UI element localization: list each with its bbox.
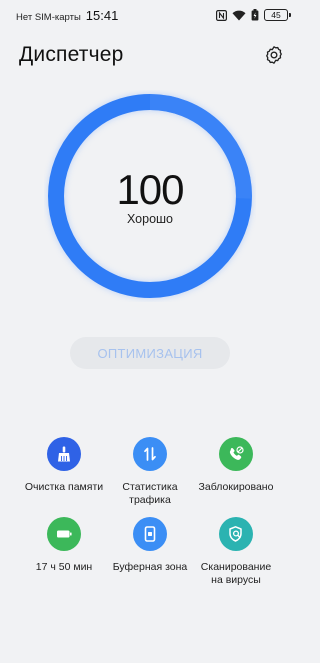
tile-label: Очистка памяти — [24, 481, 104, 493]
clock: 15:41 — [85, 7, 119, 23]
gear-icon[interactable] — [262, 43, 286, 67]
tile-label: Сканирование на вирусы — [200, 561, 272, 586]
battery-icon: 45 — [264, 9, 291, 21]
tile-memory-cleanup[interactable]: Очистка памяти — [14, 437, 114, 494]
carrier-text: Нет SIM-карты — [16, 11, 81, 23]
shield-scan-icon — [219, 517, 253, 551]
phone-buffer-icon — [133, 517, 167, 551]
tile-traffic-stats[interactable]: Статистика трафика — [100, 437, 200, 507]
tile-battery-time[interactable]: 17 ч 50 мин — [14, 517, 114, 574]
health-score-ring: 100 Хорошо — [44, 90, 256, 302]
tile-buffer-zone[interactable]: Буферная зона — [100, 517, 200, 574]
page-title: Диспетчер — [19, 43, 124, 66]
battery-saver-icon — [251, 9, 259, 21]
tile-label: Буферная зона — [112, 561, 188, 573]
tile-label: 17 ч 50 мин — [35, 561, 93, 573]
wifi-icon — [232, 10, 246, 21]
nfc-icon — [216, 9, 227, 21]
blocked-call-icon — [219, 437, 253, 471]
broom-icon — [47, 437, 81, 471]
app-header: Диспетчер — [0, 38, 300, 72]
battery-icon — [47, 517, 81, 551]
tile-virus-scan[interactable]: Сканирование на вирусы — [186, 517, 286, 587]
tile-label: Заблокировано — [198, 481, 274, 493]
health-score-value: 100 — [116, 166, 184, 213]
health-score-label: Хорошо — [126, 212, 174, 226]
traffic-arrows-icon — [133, 437, 167, 471]
tile-label: Статистика трафика — [122, 481, 178, 506]
tile-blocked[interactable]: Заблокировано — [186, 437, 286, 494]
optimize-button[interactable]: ОПТИМИЗАЦИЯ — [70, 337, 230, 369]
status-bar: Нет SIM-карты 15:41 45 — [0, 0, 300, 30]
